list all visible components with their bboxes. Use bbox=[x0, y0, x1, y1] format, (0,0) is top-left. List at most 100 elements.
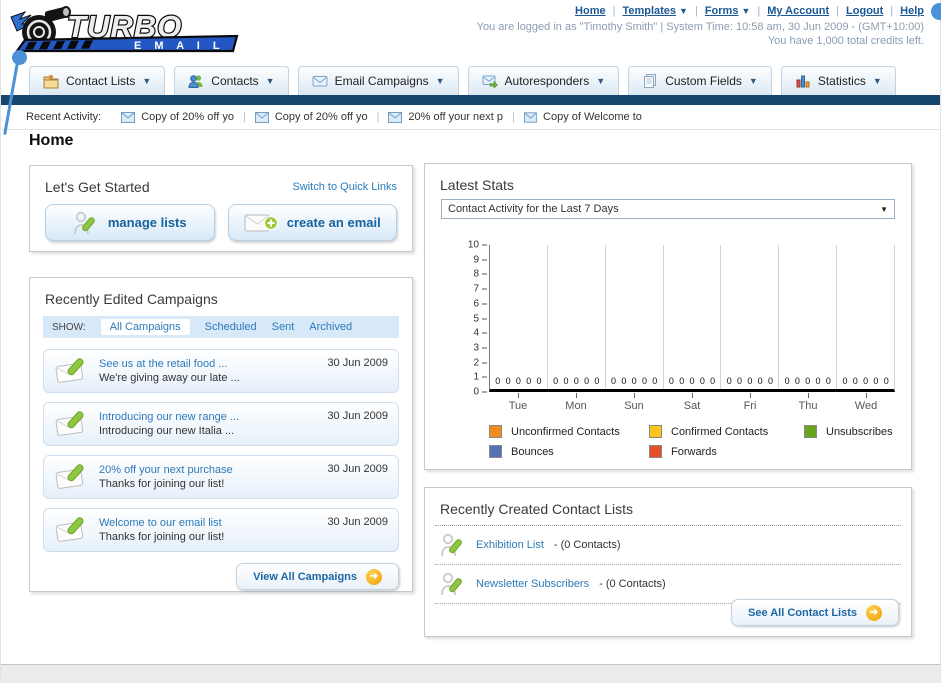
tab-custom-fields[interactable]: Custom Fields ▼ bbox=[628, 66, 772, 95]
legend-swatch bbox=[489, 445, 502, 458]
data-value-label: 0 bbox=[668, 376, 674, 386]
pin-dot-decoration bbox=[12, 50, 27, 65]
recent-activity-item[interactable]: 20% off your next p bbox=[388, 111, 503, 123]
data-value-label: 0 bbox=[495, 376, 501, 386]
filter-archived[interactable]: Archived bbox=[309, 321, 352, 333]
nav-separator: | bbox=[836, 5, 840, 17]
filter-all-campaigns[interactable]: All Campaigns bbox=[100, 319, 190, 335]
stats-period-select[interactable]: Contact Activity for the Last 7 Days ▼ bbox=[441, 199, 895, 219]
y-tick: 8 bbox=[473, 269, 487, 280]
campaign-row[interactable]: Introducing our new range ... Introducin… bbox=[43, 402, 399, 446]
legend-item: Unconfirmed Contacts bbox=[489, 425, 649, 438]
person-pencil-icon bbox=[73, 211, 95, 234]
chevron-down-icon: ▼ bbox=[265, 76, 275, 86]
y-tick: 4 bbox=[473, 328, 487, 339]
envelope-icon bbox=[254, 111, 269, 123]
credits-info: You have 1,000 total credits left. bbox=[767, 35, 924, 47]
nav-link-home[interactable]: Home bbox=[575, 5, 606, 17]
campaign-subtitle: Thanks for joining our list! bbox=[99, 531, 225, 543]
campaign-row[interactable]: See us at the retail food ... We're givi… bbox=[43, 349, 399, 393]
x-axis-label: Sat bbox=[663, 393, 721, 412]
data-value-label: 0 bbox=[863, 376, 869, 386]
tab-label: Contacts bbox=[211, 74, 259, 88]
data-value-label: 0 bbox=[842, 376, 848, 386]
orange-arrow-icon: ➜ bbox=[366, 568, 382, 585]
data-value-label: 0 bbox=[852, 376, 858, 386]
tab-autoresponders[interactable]: Autoresponders ▼ bbox=[467, 66, 620, 95]
statistics-bar-chart-icon bbox=[796, 75, 810, 88]
campaign-date: 30 Jun 2009 bbox=[327, 410, 388, 422]
nav-separator: | bbox=[890, 5, 894, 17]
contact-list-count: - (0 Contacts) bbox=[553, 539, 621, 551]
recent-activity-item[interactable]: Copy of 20% off yo bbox=[121, 111, 234, 123]
recent-activity-label: Recent Activity: bbox=[26, 111, 102, 123]
campaign-row[interactable]: 20% off your next purchase Thanks for jo… bbox=[43, 455, 399, 499]
latest-stats-panel: Latest Stats Contact Activity for the La… bbox=[424, 163, 912, 470]
y-tick: 0 bbox=[473, 387, 487, 398]
contact-list-row[interactable]: Exhibition List - (0 Contacts) bbox=[435, 526, 901, 565]
envelope-edit-icon bbox=[55, 358, 84, 383]
y-tick: 10 bbox=[468, 240, 487, 251]
chart-x-labels: Tue Mon Sun Sat Fri Thu Wed bbox=[489, 392, 895, 412]
custom-fields-pages-icon bbox=[644, 74, 657, 88]
activity-separator: | bbox=[376, 111, 380, 123]
nav-link-logout[interactable]: Logout bbox=[846, 5, 883, 17]
campaign-title-link[interactable]: See us at the retail food ... bbox=[99, 357, 327, 371]
recent-activity-item[interactable]: Copy of Welcome to bbox=[523, 111, 642, 123]
campaign-filter-bar: SHOW: All Campaigns Scheduled Sent Archi… bbox=[43, 316, 399, 338]
data-value-label: 0 bbox=[573, 376, 579, 386]
login-info: You are logged in as "Timothy Smith" | S… bbox=[476, 21, 924, 33]
x-axis-label: Mon bbox=[547, 393, 605, 412]
chart-group: 00000 bbox=[546, 245, 605, 389]
switch-quick-links[interactable]: Switch to Quick Links bbox=[292, 181, 397, 193]
data-value-label: 0 bbox=[726, 376, 732, 386]
see-all-contact-lists-label: See All Contact Lists bbox=[747, 606, 857, 619]
x-axis-label: Sun bbox=[605, 393, 663, 412]
nav-link-label: Templates bbox=[622, 5, 677, 17]
legend-item: Confirmed Contacts bbox=[649, 425, 804, 438]
filter-sent[interactable]: Sent bbox=[272, 321, 295, 333]
data-value-label: 0 bbox=[515, 376, 521, 386]
create-email-label: create an email bbox=[286, 215, 381, 230]
contact-list-link[interactable]: Newsletter Subscribers bbox=[476, 578, 589, 590]
data-value-label: 0 bbox=[679, 376, 685, 386]
chart-group: 00000 bbox=[836, 245, 894, 389]
data-value-label: 0 bbox=[699, 376, 705, 386]
legend-item: Unsubscribes bbox=[804, 425, 895, 438]
chart-legend: Unconfirmed Contacts Confirmed Contacts Un… bbox=[489, 425, 895, 458]
tab-contact-lists[interactable]: Contact Lists ▼ bbox=[29, 66, 166, 95]
campaign-title-link[interactable]: 20% off your next purchase bbox=[99, 463, 327, 477]
tab-statistics[interactable]: Statistics ▼ bbox=[780, 66, 896, 95]
top-bar: TURBO E M A I L Home | Templates ▼ | Forms ▼… bbox=[1, 0, 941, 66]
campaign-row[interactable]: Welcome to our email list Thanks for joi… bbox=[43, 508, 399, 552]
data-value-label: 0 bbox=[767, 376, 773, 386]
chart-group: 00000 bbox=[490, 245, 547, 389]
nav-link-templates[interactable]: Templates ▼ bbox=[622, 5, 688, 17]
nav-link-forms[interactable]: Forms ▼ bbox=[705, 5, 751, 17]
filter-scheduled[interactable]: Scheduled bbox=[205, 321, 257, 333]
tab-email-campaigns[interactable]: Email Campaigns ▼ bbox=[297, 66, 459, 95]
chevron-down-icon: ▼ bbox=[679, 6, 688, 16]
campaign-title-link[interactable]: Introducing our new range ... bbox=[99, 410, 327, 424]
x-axis-label: Wed bbox=[837, 393, 895, 412]
x-axis-label: Tue bbox=[489, 393, 547, 412]
contact-list-link[interactable]: Exhibition List bbox=[476, 539, 544, 551]
chevron-down-icon: ▼ bbox=[741, 6, 751, 16]
orange-arrow-icon: ➜ bbox=[866, 604, 882, 621]
nav-link-my-account[interactable]: My Account bbox=[767, 5, 829, 17]
recent-activity-bar: Recent Activity: Copy of 20% off yo | Co… bbox=[1, 105, 940, 130]
see-all-contact-lists-button[interactable]: See All Contact Lists ➜ bbox=[730, 599, 899, 626]
tab-label: Autoresponders bbox=[504, 74, 590, 88]
get-started-title: Let's Get Started bbox=[45, 179, 150, 195]
tab-label: Contact Lists bbox=[66, 74, 136, 88]
create-email-button[interactable]: create an email bbox=[227, 204, 397, 241]
data-value-label: 0 bbox=[784, 376, 790, 386]
nav-link-help[interactable]: Help bbox=[900, 5, 924, 17]
manage-lists-button[interactable]: manage lists bbox=[45, 204, 215, 241]
show-label: SHOW: bbox=[52, 321, 86, 333]
recent-activity-item[interactable]: Copy of 20% off yo bbox=[254, 111, 368, 123]
y-tick: 6 bbox=[473, 298, 487, 309]
tab-contacts[interactable]: Contacts ▼ bbox=[174, 66, 289, 95]
view-all-campaigns-button[interactable]: View All Campaigns ➜ bbox=[236, 563, 399, 590]
campaign-title-link[interactable]: Welcome to our email list bbox=[99, 516, 327, 530]
